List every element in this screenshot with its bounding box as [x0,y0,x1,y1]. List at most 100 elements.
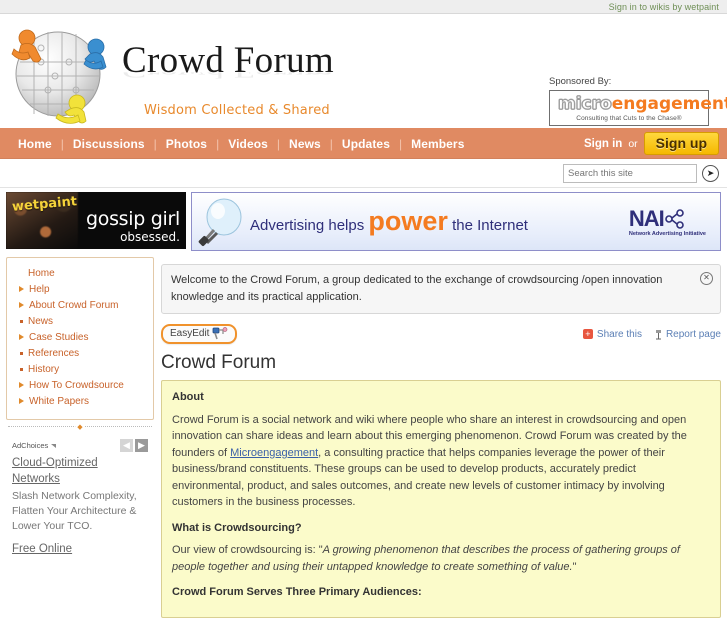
chevron-right-icon [19,302,24,308]
nai-logo-mark: NAI [628,206,665,231]
sidebar: Home Help About Crowd Forum News Case St… [6,257,154,557]
chevron-right-icon [19,398,24,404]
search-input[interactable] [563,163,697,183]
adchoices-badge[interactable]: AdChoices [12,441,57,450]
or-label: or [628,137,638,150]
content-column: Welcome to the Crowd Forum, a group dedi… [161,257,721,618]
nav-item-home[interactable]: Home [9,137,61,151]
sidebar-item-references[interactable]: References [13,345,147,361]
divider-icon: ◆ [75,423,85,431]
sidebar-item-label[interactable]: White Papers [29,396,89,407]
nai-headline-pre: Advertising helps [250,217,369,234]
sidebar-item-how-to-crowdsource[interactable]: How To Crowdsource [13,377,147,393]
search-submit-icon[interactable]: ➤ [702,164,719,182]
search-bar: ➤ [0,159,727,188]
sign-in-to-wikis-link[interactable]: Sign in to wikis by wetpaint [609,2,719,12]
nai-logo: NAI Network Advertising Initiative [629,206,706,237]
nav-item-updates[interactable]: Updates [333,137,399,151]
nai-headline-power: power [368,206,448,236]
sidebar-item-news[interactable]: News [13,313,147,329]
section-heading-audiences: Crowd Forum Serves Three Primary Audienc… [172,586,422,598]
wiki-page: Sign in to wikis by wetpaint Crowd Forum… [0,0,727,618]
welcome-text: Welcome to the Crowd Forum, a group dedi… [171,274,663,303]
adchoices-label: AdChoices [12,441,49,450]
easyedit-label: EasyEdit [170,328,210,339]
sponsored-by-label: Sponsored By: [549,76,612,87]
sidebar-nav-box: Home Help About Crowd Forum News Case St… [6,257,154,420]
sidebar-item-help[interactable]: Help [13,281,147,297]
share-this-link[interactable]: + Share this [582,329,642,340]
ad-pager: ◀ ▶ [120,439,148,452]
bullet-icon [20,367,23,371]
sidebar-ad-title[interactable]: Cloud-Optimized Networks [12,456,148,487]
sidebar-ad-title-2[interactable]: Free Online [12,542,148,558]
crowd-globe-puzzle-logo-icon[interactable] [4,18,124,126]
sign-up-button[interactable]: Sign up [643,132,719,155]
sidebar-item-label[interactable]: Home [28,268,55,279]
brand-title-reflection: Crowd Forum [122,72,334,80]
sponsor-logo[interactable]: microengagement Consulting that Cuts to … [549,90,727,126]
nav-item-discussions[interactable]: Discussions [64,137,154,151]
gossip-girl-line1: gossip girl [86,208,180,230]
brand-block: Crowd Forum Crowd Forum Wisdom Collected… [122,42,334,118]
chevron-right-icon [19,334,24,340]
sign-in-link[interactable]: Sign in [584,138,622,150]
report-page-label: Report page [665,328,721,340]
sidebar-item-about-crowd-forum[interactable]: About Crowd Forum [13,297,147,313]
sponsor-block: Sponsored By: microengagement Consulting… [549,76,727,126]
about-paragraph: Crowd Forum is a social network and wiki… [172,412,710,511]
sidebar-item-white-papers[interactable]: White Papers [13,393,147,409]
sidebar-item-case-studies[interactable]: Case Studies [13,329,147,345]
report-page-link[interactable]: Report page [655,329,721,340]
sidebar-ad-body: Slash Network Complexity, Flatten Your A… [12,490,137,533]
page-title: Crowd Forum [161,352,277,373]
nav-items: Home | Discussions | Photos | Videos | N… [0,137,473,151]
crowdsourcing-paragraph: Our view of crowdsourcing is: "A growing… [172,542,710,575]
adchoices-icon [51,443,57,448]
bullet-icon [20,351,23,355]
section-heading-about: About [172,391,204,403]
sidebar-item-label[interactable]: How To Crowdsource [29,380,124,391]
nai-headline-post: the Internet [447,217,528,234]
sponsor-tagline: Consulting that Cuts to the Chase® [576,115,682,122]
nav-item-videos[interactable]: Videos [219,137,277,151]
bullet-icon [20,319,23,323]
nav-item-news[interactable]: News [280,137,330,151]
sidebar-item-label[interactable]: Case Studies [29,332,88,343]
masthead: Crowd Forum Crowd Forum Wisdom Collected… [0,14,727,128]
nai-logo-subtitle: Network Advertising Initiative [628,231,706,237]
chevron-right-icon [19,382,24,388]
main-layout: Home Help About Crowd Forum News Case St… [0,257,727,618]
nav-item-photos[interactable]: Photos [157,137,216,151]
plus-square-icon: + [582,329,593,339]
sponsor-logo-micro: micro [558,94,613,114]
nav-item-members[interactable]: Members [402,137,473,151]
close-icon[interactable]: ✕ [700,272,713,285]
crowdsourcing-post: " [572,560,577,573]
article-body: About Crowd Forum is a social network an… [161,380,721,618]
nai-network-icon [664,209,684,229]
nai-headline: Advertising helps power the Internet [250,206,528,237]
sidebar-item-label[interactable]: News [28,316,53,327]
chevron-left-icon[interactable]: ◀ [120,439,133,452]
sidebar-divider: ◆ [8,423,152,434]
sidebar-item-label[interactable]: History [28,364,59,375]
gossip-girl-ad[interactable]: wetpaint gossip girl obsessed. [6,192,186,249]
sidebar-item-history[interactable]: History [13,361,147,377]
easyedit-button[interactable]: EasyEdit [161,324,238,344]
chevron-right-icon[interactable]: ▶ [135,439,148,452]
wetpaint-top-bar: Sign in to wikis by wetpaint [0,0,727,14]
microengagement-link[interactable]: Microengagement [230,447,318,459]
page-tools: EasyEdit + Share this Report page [161,323,721,345]
sidebar-item-home[interactable]: Home [13,265,147,281]
chevron-right-icon [19,286,24,292]
nai-advertising-ad[interactable]: Advertising helps power the Internet NAI… [191,192,721,251]
sidebar-item-label[interactable]: References [28,348,79,359]
main-navigation: Home | Discussions | Photos | Videos | N… [0,128,727,159]
sidebar-item-label[interactable]: Help [29,284,50,295]
banner-ads: wetpaint gossip girl obsessed. Advertisi… [0,188,727,257]
sidebar-item-label[interactable]: About Crowd Forum [29,300,118,311]
flag-icon [655,329,662,340]
section-heading-what-is-crowdsourcing: What is Crowdsourcing? [172,521,302,534]
lightbulb-icon [194,197,250,247]
